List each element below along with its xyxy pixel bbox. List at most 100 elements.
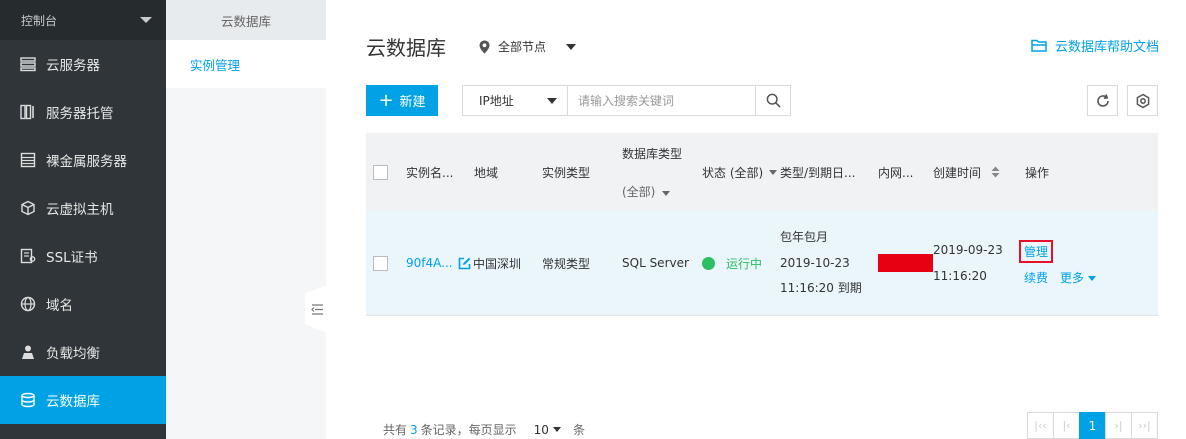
status-label: 运行中 [726,256,763,271]
last-page-button[interactable]: ››| [1131,412,1158,439]
help-doc-link[interactable]: 云数据库帮助文档 [1031,36,1159,55]
settings-button[interactable] [1127,85,1158,116]
sidebar-item-domain[interactable]: 域名 [0,280,166,328]
db-type-filter[interactable]: (全部) [622,183,671,200]
subnav-item-instance-management[interactable]: 实例管理 [166,40,326,88]
more-label: 更多 [1060,271,1085,285]
sidebar-item-label: SSL证书 [46,250,98,266]
status-filter[interactable]: 状态 (全部) [702,164,780,181]
col-db-type: 数据库类型 [622,146,683,161]
caret-down-icon [566,43,577,50]
sidebar-item-virtual-host[interactable]: 云虚拟主机 [0,184,166,232]
edit-icon[interactable] [458,257,471,270]
col-status: 状态 (全部) [702,165,764,180]
created-date: 2019-09-23 [933,242,1003,257]
folder-icon [1031,39,1047,52]
search-button[interactable] [755,86,790,115]
new-instance-button[interactable]: + 新建 [366,85,438,116]
total-suffix: 条记录，每页显示 [420,423,517,437]
location-pin-icon [479,40,490,53]
pagination-info: 共有 3 条记录，每页显示 10 条 [383,421,585,438]
subnav-title: 云数据库 [166,0,326,40]
sidebar-item-server-hosting[interactable]: 服务器托管 [0,88,166,136]
sort-icon [991,166,1000,178]
next-page-button[interactable]: ›| [1105,412,1132,439]
region-value: 中国深圳 [473,256,522,271]
caret-down-icon [552,427,561,432]
manage-link[interactable]: 管理 [1019,240,1054,263]
instance-name-link[interactable]: 90f4A... [406,256,453,270]
refresh-icon [1096,93,1109,107]
help-doc-label: 云数据库帮助文档 [1054,40,1159,55]
plus-icon: + [378,89,394,111]
db-type-filter-label: (全部) [622,184,656,199]
search-input[interactable] [568,86,755,115]
sidebar-item-label: 负载均衡 [46,346,100,362]
main-content: 云数据库 全部节点 云数据库帮助文档 + 新建 IP地址 实例名... 地域 [326,0,1186,439]
col-instance-type: 实例类型 [542,165,591,180]
prev-page-icon: |‹ [1062,419,1071,432]
col-actions: 操作 [1025,165,1050,180]
col-intranet: 内网... [878,165,914,180]
sidebar-item-label: 云虚拟主机 [46,202,114,218]
region-selector[interactable]: 全部节点 [479,38,577,55]
db-type-value: SQL Server [622,256,689,270]
cube-icon [20,200,36,216]
more-dropdown[interactable]: 更多 [1060,269,1097,286]
last-page-icon: ››| [1138,419,1151,432]
sidebar-item-label: 云服务器 [46,58,100,74]
sidebar-item-label: 服务器托管 [46,106,114,122]
sidebar-item-load-balance[interactable]: 负载均衡 [0,328,166,376]
row-checkbox[interactable] [373,255,388,271]
globe-icon [20,296,36,312]
server-list-icon [20,56,36,72]
billing-type: 包年包月 [780,230,829,245]
sidebar-item-label: 域名 [46,298,73,314]
sidebar-item-label: 裸金属服务器 [46,154,127,170]
col-created[interactable]: 创建时间 [933,164,1025,181]
expire-time: 11:16:20 到期 [780,281,862,296]
certificate-icon [20,248,36,264]
pagination: |‹‹ |‹ 1 ›| ››| [1027,412,1158,439]
total-count: 3 [410,422,418,437]
status-dot-icon [702,256,715,270]
main-sidebar: 控制台 云服务器 服务器托管 裸金属服务器 云虚拟主机 SSL证书 域名 负载均… [0,0,166,439]
first-page-button[interactable]: |‹‹ [1027,412,1054,439]
settings-icon [1136,93,1149,108]
region-label: 全部节点 [498,40,547,54]
renew-link[interactable]: 续费 [1024,269,1048,286]
prev-page-button[interactable]: |‹ [1053,412,1080,439]
table-row: 90f4A... 中国深圳 常规类型 SQL Server 运行中 包年包月 2… [366,211,1158,316]
instance-table: 实例名... 地域 实例类型 数据库类型 (全部) 状态 (全部) 类型/到期日… [366,133,1158,316]
page-size-select[interactable]: 10 [534,423,549,437]
page-title: 云数据库 [366,36,446,60]
bare-metal-icon [20,152,36,168]
total-prefix: 共有 [383,423,408,437]
instance-type-value: 常规类型 [542,256,591,271]
col-billing[interactable]: 类型/到期日... [780,164,878,181]
sidebar-item-ssl[interactable]: SSL证书 [0,232,166,280]
search-type-select[interactable]: IP地址 [463,86,568,115]
search-type-label: IP地址 [479,94,514,108]
status-badge: 运行中 [702,255,780,272]
load-balance-icon [20,344,36,360]
caret-down-icon [140,17,152,23]
refresh-button[interactable] [1087,85,1118,116]
next-page-icon: ›| [1114,419,1123,432]
sidebar-item-bare-metal[interactable]: 裸金属服务器 [0,136,166,184]
table-header: 实例名... 地域 实例类型 数据库类型 (全部) 状态 (全部) 类型/到期日… [366,133,1158,211]
page-size-unit: 条 [572,423,585,437]
search-group: IP地址 [462,85,791,116]
expire-date: 2019-10-23 [780,255,850,270]
select-all-checkbox[interactable] [373,164,388,180]
database-icon [20,392,36,408]
page-button-current[interactable]: 1 [1079,412,1106,439]
caret-down-icon [662,190,671,196]
first-page-icon: |‹‹ [1034,419,1047,432]
redacted-ip [878,254,933,272]
sidebar-item-cloud-server[interactable]: 云服务器 [0,40,166,88]
console-menu[interactable]: 控制台 [0,0,166,40]
sidebar-item-cloud-database[interactable]: 云数据库 [0,376,166,424]
caret-down-icon [547,97,557,104]
col-name[interactable]: 实例名... [406,164,474,181]
